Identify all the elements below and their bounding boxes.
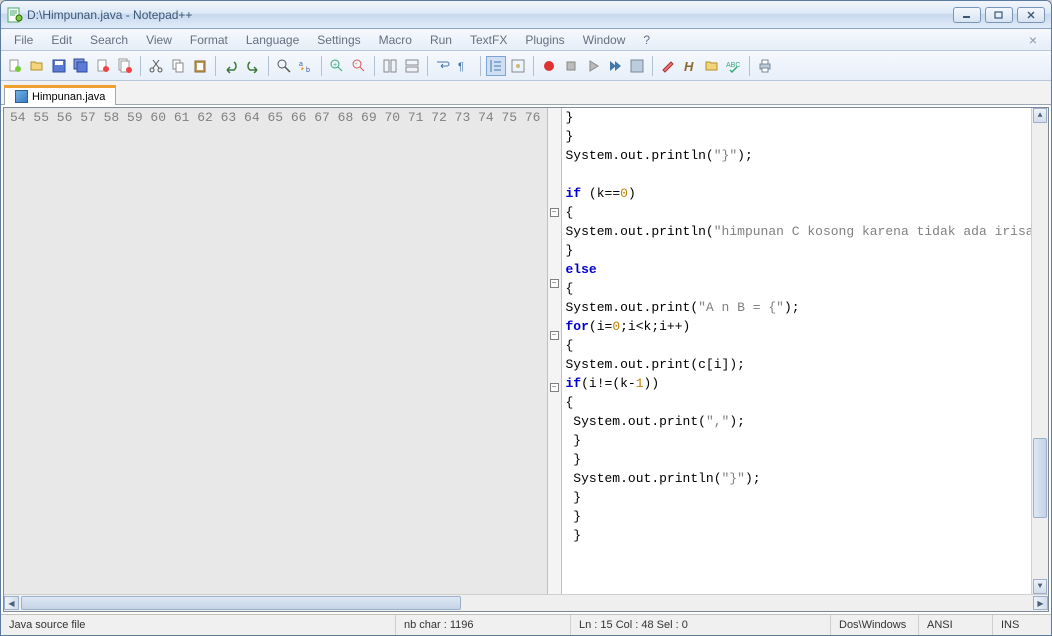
separator-icon (268, 56, 269, 76)
statusbar: Java source file nb char : 1196 Ln : 15 … (1, 614, 1051, 635)
status-position: Ln : 15 Col : 48 Sel : 0 (571, 615, 831, 635)
replace-icon[interactable]: ab (296, 56, 316, 76)
titlebar[interactable]: D:\Himpunan.java - Notepad++ (1, 1, 1051, 29)
svg-text:+: + (333, 62, 337, 69)
separator-icon (652, 56, 653, 76)
editor: 54 55 56 57 58 59 60 61 62 63 64 65 66 6… (3, 107, 1049, 612)
save-icon[interactable] (49, 56, 69, 76)
record-icon[interactable] (539, 56, 559, 76)
toolbar: ab + - ¶ H ABC (1, 51, 1051, 81)
close-doc-icon[interactable] (93, 56, 113, 76)
status-charcount: nb char : 1196 (396, 615, 571, 635)
sync-v-icon[interactable] (380, 56, 400, 76)
menu-view[interactable]: View (137, 31, 181, 49)
menu-run[interactable]: Run (421, 31, 461, 49)
status-filetype: Java source file (1, 615, 396, 635)
stop-icon[interactable] (561, 56, 581, 76)
play-icon[interactable] (583, 56, 603, 76)
menu-window[interactable]: Window (574, 31, 635, 49)
close-button[interactable] (1017, 7, 1045, 23)
scroll-down-icon[interactable]: ▼ (1033, 579, 1047, 594)
code-text[interactable]: } } System.out.println("}"); if (k==0) {… (562, 108, 1032, 594)
spell-icon[interactable]: ABC (724, 56, 744, 76)
minimize-button[interactable] (953, 7, 981, 23)
window-title: D:\Himpunan.java - Notepad++ (27, 8, 953, 22)
cut-icon[interactable] (146, 56, 166, 76)
menu-format[interactable]: Format (181, 31, 237, 49)
redo-icon[interactable] (243, 56, 263, 76)
svg-text:a: a (299, 61, 303, 68)
save-macro-icon[interactable] (627, 56, 647, 76)
svg-text:¶: ¶ (458, 61, 464, 73)
menu-textfx[interactable]: TextFX (461, 31, 516, 49)
menu-help[interactable]: ? (634, 31, 659, 49)
clear-icon[interactable] (658, 56, 678, 76)
separator-icon (215, 56, 216, 76)
undo-icon[interactable] (221, 56, 241, 76)
menu-file[interactable]: File (5, 31, 42, 49)
svg-text:b: b (306, 67, 310, 74)
menu-search[interactable]: Search (81, 31, 137, 49)
save-all-icon[interactable] (71, 56, 91, 76)
separator-icon (140, 56, 141, 76)
tab-label: Himpunan.java (32, 91, 105, 103)
new-icon[interactable] (5, 56, 25, 76)
bold-h-icon[interactable]: H (680, 56, 700, 76)
scroll-left-icon[interactable]: ◀ (4, 596, 19, 610)
horizontal-scrollbar[interactable]: ◀ ▶ (4, 594, 1048, 611)
separator-icon (749, 56, 750, 76)
fold-column[interactable]: −−−− (548, 108, 562, 594)
svg-text:H: H (684, 59, 694, 74)
menu-language[interactable]: Language (237, 31, 308, 49)
menu-macro[interactable]: Macro (370, 31, 421, 49)
zoom-in-icon[interactable]: + (327, 56, 347, 76)
scroll-thumb[interactable] (1033, 438, 1047, 518)
status-mode: INS (993, 615, 1051, 635)
scroll-right-icon[interactable]: ▶ (1033, 596, 1048, 610)
separator-icon (480, 56, 481, 76)
close-all-icon[interactable] (115, 56, 135, 76)
scroll-thumb[interactable] (21, 596, 461, 610)
find-icon[interactable] (274, 56, 294, 76)
menu-edit[interactable]: Edit (42, 31, 81, 49)
sync-h-icon[interactable] (402, 56, 422, 76)
separator-icon (321, 56, 322, 76)
status-encoding: ANSI (919, 615, 993, 635)
window-buttons (953, 7, 1045, 23)
menu-settings[interactable]: Settings (308, 31, 369, 49)
app-icon (7, 7, 23, 23)
line-gutter: 54 55 56 57 58 59 60 61 62 63 64 65 66 6… (4, 108, 548, 594)
folder-tool-icon[interactable] (702, 56, 722, 76)
scroll-up-icon[interactable]: ▲ (1033, 108, 1047, 123)
indent-guide-icon[interactable] (486, 56, 506, 76)
status-eol: Dos\Windows (831, 615, 919, 635)
tab-strip: Himpunan.java (1, 81, 1051, 105)
copy-icon[interactable] (168, 56, 188, 76)
tab-himpunan[interactable]: Himpunan.java (4, 87, 116, 105)
userdef-icon[interactable] (508, 56, 528, 76)
document-close-icon[interactable]: × (1019, 32, 1047, 48)
maximize-button[interactable] (985, 7, 1013, 23)
code-area[interactable]: 54 55 56 57 58 59 60 61 62 63 64 65 66 6… (4, 108, 1048, 594)
vertical-scrollbar[interactable]: ▲ ▼ (1031, 108, 1048, 594)
zoom-out-icon[interactable]: - (349, 56, 369, 76)
window: D:\Himpunan.java - Notepad++ File Edit S… (0, 0, 1052, 636)
wrap-icon[interactable] (433, 56, 453, 76)
show-chars-icon[interactable]: ¶ (455, 56, 475, 76)
document-icon (15, 90, 28, 103)
svg-text:-: - (355, 61, 358, 68)
separator-icon (427, 56, 428, 76)
separator-icon (374, 56, 375, 76)
menubar: File Edit Search View Format Language Se… (1, 29, 1051, 51)
separator-icon (533, 56, 534, 76)
print-icon[interactable] (755, 56, 775, 76)
menu-plugins[interactable]: Plugins (516, 31, 573, 49)
play-multi-icon[interactable] (605, 56, 625, 76)
open-icon[interactable] (27, 56, 47, 76)
svg-text:ABC: ABC (726, 62, 740, 69)
paste-icon[interactable] (190, 56, 210, 76)
